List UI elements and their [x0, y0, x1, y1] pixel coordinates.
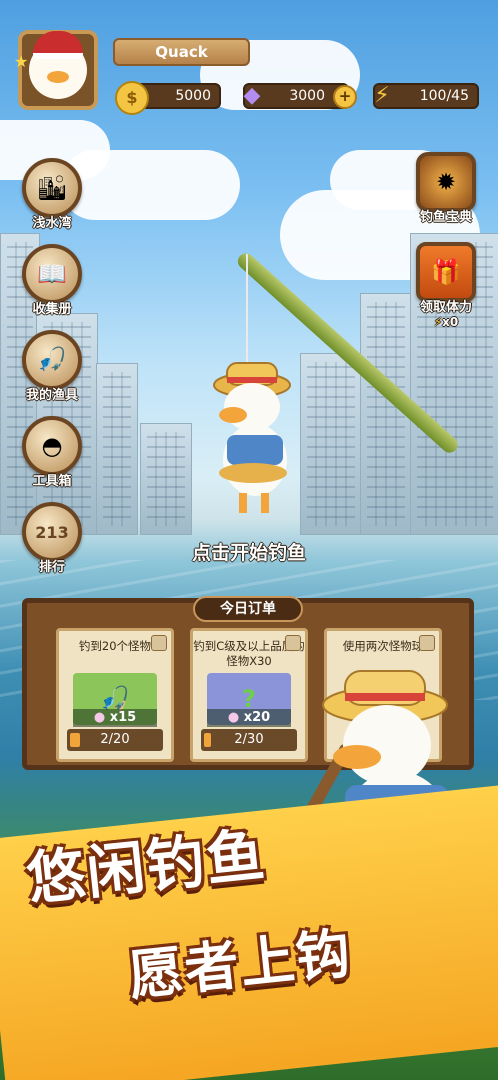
- orders-title: 今日订单: [193, 596, 303, 622]
- badge-compass-icon: ✹: [416, 152, 476, 212]
- gem-counter: ◆ 3000 +: [243, 83, 357, 109]
- gem-value: 3000: [289, 88, 325, 104]
- reward-amount: x15: [109, 710, 137, 725]
- fishing-rod-icon: 🎣: [22, 330, 82, 390]
- lightning-icon: ⚡: [433, 315, 443, 329]
- game-screen: ★ Quack $ 5000 ◆ 3000 + ⚡ 100/45 🏙 浅水湾 📖…: [0, 0, 498, 1080]
- pearl-icon: ●: [227, 710, 240, 725]
- menu-my-tackle[interactable]: 🎣 我的渔具: [18, 330, 86, 403]
- player-avatar[interactable]: ★: [14, 30, 98, 110]
- order-card[interactable]: 钓到20个怪物 🎣 ● x15 2/20: [56, 628, 174, 762]
- fishing-line: [246, 254, 248, 364]
- menu-claim-energy[interactable]: 🎁 领取体力 ⚡x0: [412, 242, 480, 329]
- energy-value: 100/45: [419, 88, 469, 104]
- gem-icon: ◆: [243, 83, 261, 108]
- star-icon: ★: [14, 52, 29, 71]
- coin-counter: $ 5000: [115, 81, 221, 115]
- order-progress: 2/30: [201, 729, 297, 751]
- gift-box-icon: 🎁: [416, 242, 476, 302]
- tap-to-start-fishing[interactable]: 点击开始钓鱼: [0, 538, 498, 565]
- order-progress: 2/20: [67, 729, 163, 751]
- cloud: [60, 150, 240, 220]
- menu-shallow-bay[interactable]: 🏙 浅水湾: [18, 158, 86, 231]
- energy-claim-count: x0: [442, 315, 459, 329]
- album-book-icon: 📖: [22, 244, 82, 304]
- lock-icon: [285, 635, 301, 651]
- add-gems-button[interactable]: +: [333, 85, 357, 109]
- lock-icon: [151, 635, 167, 651]
- energy-counter: ⚡ 100/45: [373, 83, 479, 109]
- menu-toolbox[interactable]: ◓ 工具箱: [18, 416, 86, 489]
- duck-santa-hat-icon: [29, 31, 87, 99]
- progress-fill: [70, 733, 80, 747]
- hooked-duck-character[interactable]: [205, 355, 300, 520]
- lightning-icon: ⚡: [374, 83, 390, 108]
- coin-icon: $: [115, 81, 149, 115]
- order-card[interactable]: 钓到C级及以上品质的怪物X30 ? ● x20 2/30: [190, 628, 308, 762]
- coin-value: 5000: [175, 88, 211, 104]
- city-pin-icon: 🏙: [22, 158, 82, 218]
- building: [96, 363, 138, 535]
- building: [300, 353, 362, 535]
- menu-fishing-guide[interactable]: ✹ 钓鱼宝典: [412, 152, 480, 225]
- lock-icon: [419, 635, 435, 651]
- ball-toolbox-icon: ◓: [22, 416, 82, 476]
- progress-fill: [204, 733, 211, 747]
- player-name[interactable]: Quack: [113, 38, 250, 66]
- pearl-icon: ●: [93, 710, 106, 725]
- building: [140, 423, 192, 535]
- reward-amount: x20: [243, 710, 271, 725]
- menu-collection-album[interactable]: 📖 收集册: [18, 244, 86, 317]
